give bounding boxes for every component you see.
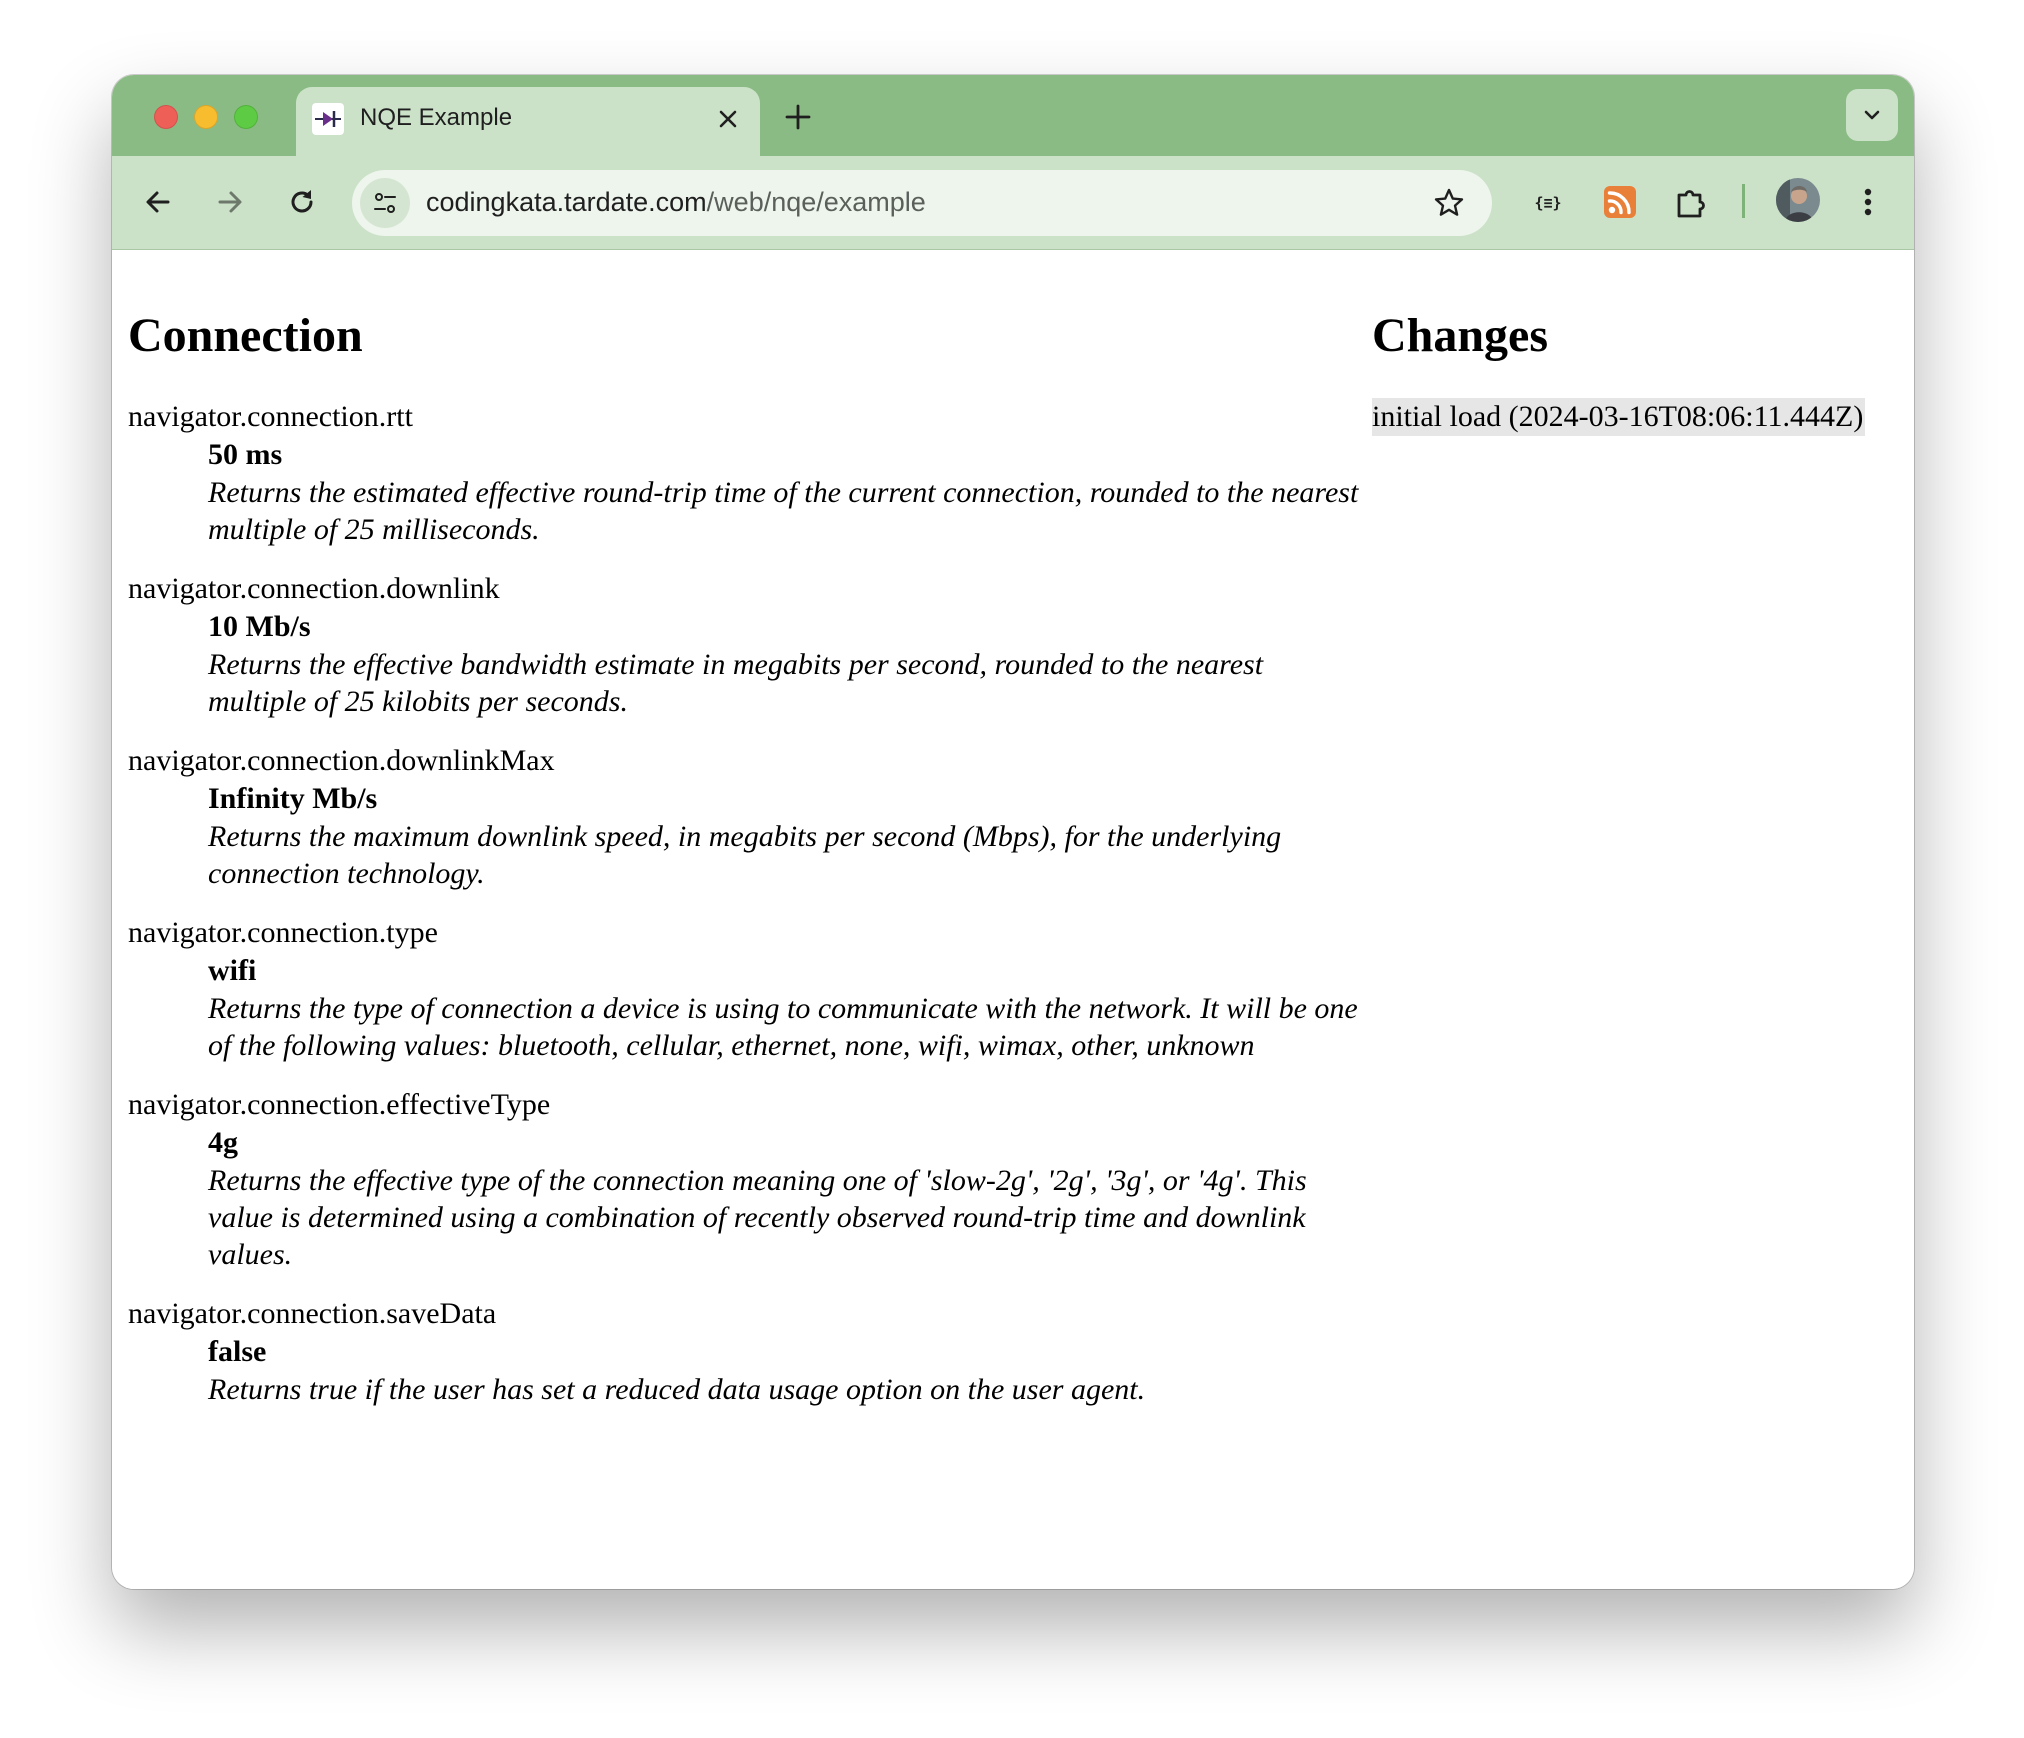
close-window-button[interactable] <box>154 105 178 129</box>
puzzle-icon[interactable] <box>1672 182 1712 222</box>
property-detail: 50 ms Returns the estimated effective rou… <box>128 436 1368 548</box>
property-detail: Infinity Mb/s Returns the maximum downlin… <box>128 780 1368 892</box>
property-description: Returns the effective bandwidth estimate… <box>208 648 1264 718</box>
property-name: navigator.connection.rtt <box>128 400 413 433</box>
tune-icon <box>374 193 396 213</box>
property-value: wifi <box>208 954 257 987</box>
page-content: Connection navigator.connection.rtt 50 ms… <box>112 250 1914 1589</box>
property-detail: wifi Returns the type of connection a dev… <box>128 952 1368 1064</box>
zoom-window-button[interactable] <box>234 105 258 129</box>
connection-entry: navigator.connection.saveData false Return… <box>128 1295 1368 1408</box>
chevron-down-icon <box>1864 110 1880 120</box>
property-value: 50 ms <box>208 438 283 471</box>
property-name: navigator.connection.downlink <box>128 572 500 605</box>
site-info-button[interactable] <box>360 178 410 228</box>
property-name: navigator.connection.effectiveType <box>128 1088 551 1121</box>
address-bar[interactable]: codingkata.tardate.com/web/nqe/example <box>352 170 1492 236</box>
property-description: Returns true if the user has set a reduc… <box>208 1373 1146 1406</box>
tab-nqe-example[interactable]: NQE Example <box>296 87 760 156</box>
url-text[interactable]: codingkata.tardate.com/web/nqe/example <box>426 187 926 218</box>
rss-icon[interactable] <box>1600 182 1640 222</box>
connection-entry: navigator.connection.downlink 10 Mb/s Retu… <box>128 570 1368 720</box>
toolbar-divider <box>1742 184 1745 218</box>
tab-title: NQE Example <box>360 104 513 131</box>
tab-strip: NQE Example <box>112 75 1914 156</box>
arrow-left-icon[interactable] <box>138 182 178 222</box>
url-path: /web/nqe/example <box>706 187 926 217</box>
tab-search-button[interactable] <box>1846 89 1898 141</box>
property-value: false <box>208 1335 267 1368</box>
connection-entry: navigator.connection.rtt 50 ms Returns the… <box>128 398 1368 548</box>
json-braces-icon[interactable]: {≡} <box>1528 182 1568 222</box>
svg-text:{≡}: {≡} <box>1534 194 1561 212</box>
arrow-right-icon[interactable] <box>210 182 250 222</box>
property-detail: 10 Mb/s Returns the effective bandwidth e… <box>128 608 1368 720</box>
minimize-window-button[interactable] <box>194 105 218 129</box>
property-description: Returns the effective type of the connec… <box>208 1164 1307 1271</box>
close-icon[interactable] <box>714 105 742 133</box>
url-host: codingkata.tardate.com <box>426 187 707 217</box>
property-detail: 4g Returns the effective type of the conn… <box>128 1124 1368 1273</box>
property-value: 4g <box>208 1126 238 1159</box>
browser-toolbar: codingkata.tardate.com/web/nqe/example {… <box>112 156 1914 250</box>
property-description: Returns the estimated effective round-tr… <box>208 476 1359 546</box>
reload-icon[interactable] <box>282 182 322 222</box>
changes-list: initial load (2024-03-16T08:06:11.444Z) <box>1372 398 1866 436</box>
connection-heading: Connection <box>128 309 363 362</box>
avatar[interactable] <box>1776 178 1820 222</box>
star-icon[interactable] <box>1432 186 1466 220</box>
property-name: navigator.connection.type <box>128 916 438 949</box>
browser-window: NQE Example codingkata.tardate.com/web/n… <box>112 75 1914 1589</box>
change-item: initial load (2024-03-16T08:06:11.444Z) <box>1372 398 1866 436</box>
connection-entry: navigator.connection.downlinkMax Infinity… <box>128 742 1368 892</box>
property-name: navigator.connection.downlinkMax <box>128 744 555 777</box>
plus-icon[interactable] <box>784 103 812 131</box>
changes-heading: Changes <box>1372 309 1549 362</box>
property-description: Returns the maximum downlink speed, in m… <box>208 820 1282 890</box>
connection-entry: navigator.connection.effectiveType 4g Retu… <box>128 1086 1368 1273</box>
property-description: Returns the type of connection a device … <box>208 992 1358 1062</box>
property-value: Infinity Mb/s <box>208 782 378 815</box>
diode-icon <box>312 103 344 135</box>
property-value: 10 Mb/s <box>208 610 311 643</box>
property-name: navigator.connection.saveData <box>128 1297 497 1330</box>
connection-entry: navigator.connection.type wifi Returns the… <box>128 914 1368 1064</box>
property-detail: false Returns true if the user has set a … <box>128 1333 1368 1408</box>
kebab-menu-icon[interactable] <box>1848 182 1888 222</box>
connection-entries: navigator.connection.rtt 50 ms Returns the… <box>128 398 1368 1430</box>
